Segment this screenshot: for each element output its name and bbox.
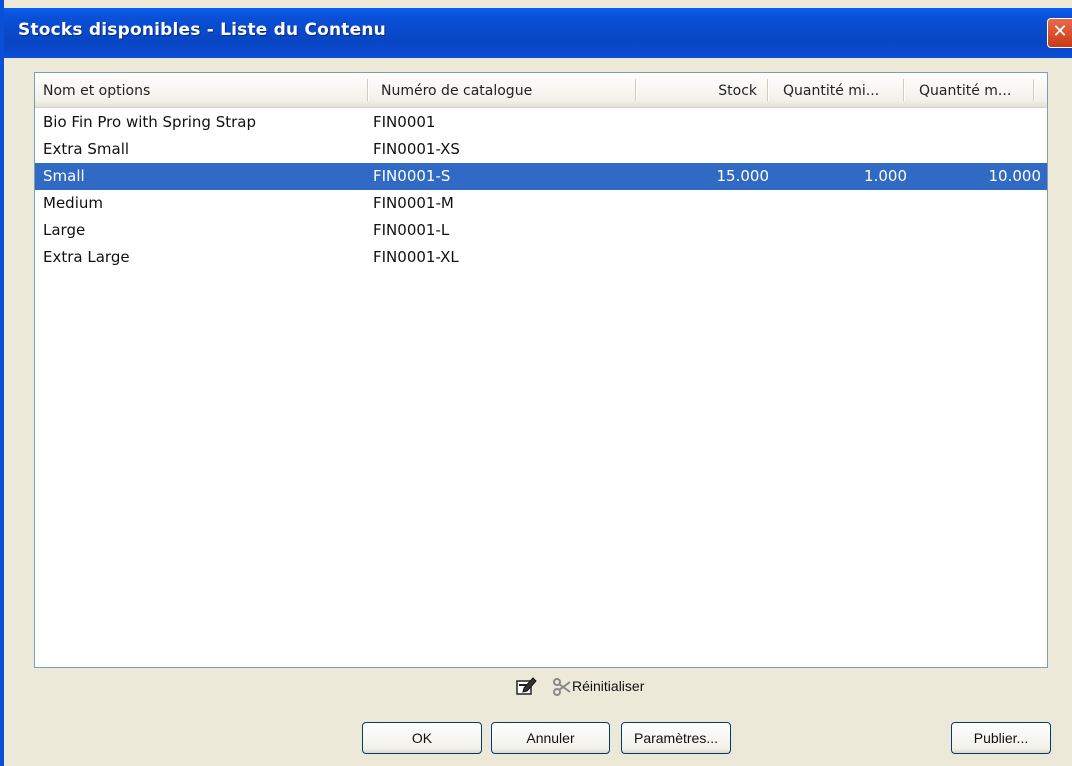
- column-header-stock[interactable]: Stock: [635, 73, 765, 107]
- row-name: Medium: [43, 194, 103, 212]
- row-qty-max: 10.000: [988, 167, 1042, 185]
- column-header-catalog[interactable]: Numéro de catalogue: [373, 73, 633, 107]
- row-stock: 15.000: [716, 167, 770, 185]
- row-name: Extra Small: [43, 140, 130, 158]
- table-row[interactable]: Small FIN0001-S 15.000 1.000 10.000: [35, 163, 1047, 190]
- close-button[interactable]: ✕: [1047, 18, 1072, 48]
- publish-button[interactable]: Publier...: [951, 722, 1051, 754]
- row-catalog-number: FIN0001: [373, 113, 436, 131]
- table-row[interactable]: Bio Fin Pro with Spring Strap FIN0001: [35, 109, 1047, 136]
- row-name: Bio Fin Pro with Spring Strap: [43, 113, 256, 131]
- row-catalog-number: FIN0001-M: [373, 194, 454, 212]
- table-row[interactable]: Extra Large FIN0001-XL: [35, 244, 1047, 271]
- list-toolbar: Réinitialiser: [4, 672, 1072, 706]
- content-list[interactable]: Nom et options Numéro de catalogue Stock…: [34, 72, 1048, 668]
- title-bar[interactable]: Stocks disponibles - Liste du Contenu ✕: [4, 8, 1072, 58]
- dialog-window: Stocks disponibles - Liste du Contenu ✕ …: [0, 0, 1072, 766]
- column-divider[interactable]: [367, 79, 368, 101]
- column-header-name[interactable]: Nom et options: [35, 73, 367, 107]
- edit-icon[interactable]: [516, 676, 538, 696]
- row-name: Large: [43, 221, 86, 239]
- list-rows: Bio Fin Pro with Spring Strap FIN0001 Extr…: [35, 109, 1047, 271]
- column-divider[interactable]: [903, 79, 904, 101]
- row-qty-min: 1.000: [864, 167, 907, 185]
- table-row[interactable]: Medium FIN0001-M: [35, 190, 1047, 217]
- window-title: Stocks disponibles - Liste du Contenu: [18, 20, 386, 40]
- close-icon: ✕: [1052, 21, 1068, 42]
- row-catalog-number: FIN0001-L: [373, 221, 450, 239]
- row-catalog-number: FIN0001-XL: [373, 248, 459, 266]
- reset-label[interactable]: Réinitialiser: [572, 678, 644, 694]
- row-catalog-number: FIN0001-XS: [373, 140, 460, 158]
- parameters-button[interactable]: Paramètres...: [621, 722, 731, 754]
- column-divider[interactable]: [767, 79, 768, 101]
- ok-button[interactable]: OK: [362, 722, 482, 754]
- row-catalog-number: FIN0001-S: [373, 167, 451, 185]
- column-header-qty-max[interactable]: Quantité m...: [911, 73, 1033, 107]
- scissors-icon[interactable]: [552, 678, 572, 696]
- table-row[interactable]: Large FIN0001-L: [35, 217, 1047, 244]
- row-name: Small: [43, 167, 85, 185]
- list-header: Nom et options Numéro de catalogue Stock…: [35, 73, 1047, 108]
- row-name: Extra Large: [43, 248, 130, 266]
- table-row[interactable]: Extra Small FIN0001-XS: [35, 136, 1047, 163]
- column-header-qty-min[interactable]: Quantité mi...: [775, 73, 901, 107]
- cancel-button[interactable]: Annuler: [491, 722, 610, 754]
- column-divider[interactable]: [1033, 79, 1034, 101]
